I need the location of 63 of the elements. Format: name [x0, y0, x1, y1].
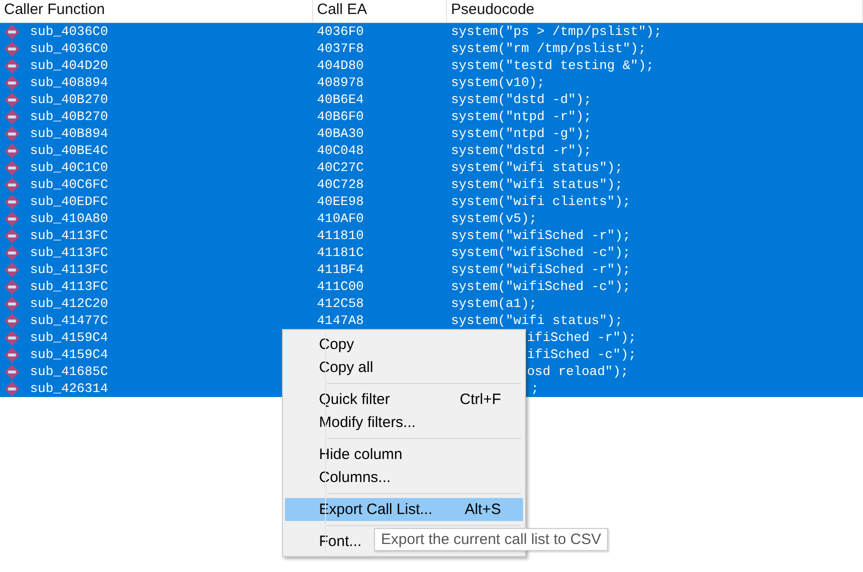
table-cell: 41181C [317, 245, 364, 260]
table-cell: system(v10); [451, 75, 545, 90]
table-cell: 40B6F0 [317, 109, 364, 124]
table-cell: ifiSched -c"); [527, 347, 636, 362]
table-cell: 40C048 [317, 143, 364, 158]
table-cell: system("wifi status"); [451, 160, 623, 175]
table-cell: system("ntpd -r"); [451, 109, 592, 124]
table-cell: ifiSched -r"); [527, 330, 636, 345]
table-cell: sub_4113FC [30, 228, 108, 243]
table-cell: ; [531, 381, 539, 396]
table-cell: sub_40B270 [30, 92, 108, 107]
table-cell: 411BF4 [317, 262, 364, 277]
table-cell: 4036F0 [317, 24, 364, 39]
table-cell: sub_40C6FC [30, 177, 108, 192]
table-cell: sub_40B270 [30, 109, 108, 124]
table-cell: sub_40EDFC [30, 194, 108, 209]
table-cell: sub_4159C4 [30, 347, 108, 362]
table-cell: sub_40B894 [30, 126, 108, 141]
table-cell: system(a1); [451, 296, 537, 311]
table-cell: system("ntpd -g"); [451, 126, 592, 141]
table-cell: system("wifi status"); [451, 313, 623, 328]
table-cell: sub_40BE4C [30, 143, 108, 158]
table-cell: 40B6E4 [317, 92, 364, 107]
table-cell: sub_404D20 [30, 58, 108, 73]
table-cell: system("dstd -r"); [451, 143, 592, 158]
table-cell: system("testd testing &"); [451, 58, 654, 73]
tooltip: Export the current call list to CSV [374, 528, 608, 551]
table-cell: 411810 [317, 228, 364, 243]
table-cell: sub_4159C4 [30, 330, 108, 345]
table-cell: sub_408894 [30, 75, 108, 90]
table-cell: system("ps > /tmp/pslist"); [451, 24, 662, 39]
table-cell: sub_4113FC [30, 245, 108, 260]
table-cell: 404D80 [317, 58, 364, 73]
table-cell: sub_410A80 [30, 211, 108, 226]
table-cell: 4037F8 [317, 41, 364, 56]
table-cell: 40EE98 [317, 194, 364, 209]
table-cell: 410AF0 [317, 211, 364, 226]
table-cell: 40C728 [317, 177, 364, 192]
table-cell: sub_412C20 [30, 296, 108, 311]
table-cell: sub_41685C [30, 364, 108, 379]
table-cell: 4147A8 [317, 313, 364, 328]
table-cell: sub_41477C [30, 313, 108, 328]
table-cell: system("wifiSched -r"); [451, 228, 630, 243]
table-cell: sub_4113FC [30, 262, 108, 277]
table-cell: system("wifi clients"); [451, 194, 630, 209]
table-cell: sub_4036C0 [30, 24, 108, 39]
table-cell: 411C00 [317, 279, 364, 294]
table-cell: sub_4036C0 [30, 41, 108, 56]
table-cell: sub_426314 [30, 381, 108, 396]
table-cell: osd reload"); [527, 364, 628, 379]
table-cell: system("wifiSched -r"); [451, 262, 630, 277]
table-cell: system("wifiSched -c"); [451, 279, 630, 294]
table-cell: sub_40C1C0 [30, 160, 108, 175]
table-cell: 40BA30 [317, 126, 364, 141]
table-cell: sub_4113FC [30, 279, 108, 294]
table-cell: 408978 [317, 75, 364, 90]
table-cell: system("rm /tmp/pslist"); [451, 41, 646, 56]
table-cell: system(v5); [451, 211, 537, 226]
table-cell: system("dstd -d"); [451, 92, 592, 107]
table-cell: system("wifi status"); [451, 177, 623, 192]
table-cell: 412C58 [317, 296, 364, 311]
table-cell: system("wifiSched -c"); [451, 245, 630, 260]
table-cell: 40C27C [317, 160, 364, 175]
